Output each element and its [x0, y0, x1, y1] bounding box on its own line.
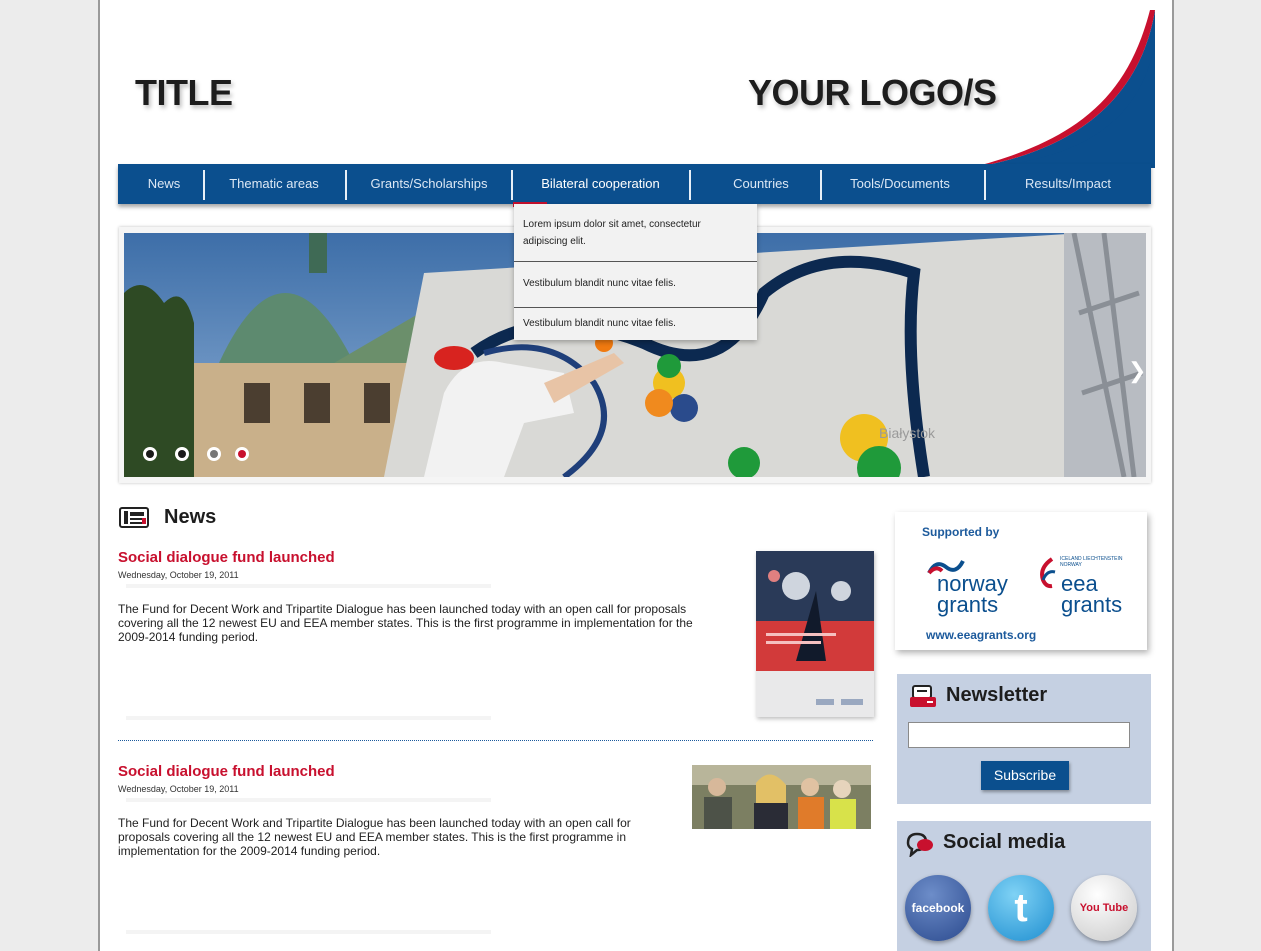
nav-item-countries[interactable]: Countries [703, 164, 819, 204]
news-item-1-title[interactable]: Social dialogue fund launched [118, 549, 335, 566]
newspaper-icon [119, 507, 149, 528]
decorative-line [126, 798, 491, 802]
nav-item-news[interactable]: News [134, 164, 194, 204]
decorative-line [126, 930, 491, 934]
facebook-icon[interactable]: facebook [905, 875, 971, 941]
dropdown-item-3[interactable]: Vestibulum blandit nunc vitae felis. [523, 315, 676, 332]
norway-grants-line1: norway [937, 571, 1008, 596]
newsletter-icon [910, 685, 936, 707]
news-item-1-image[interactable] [756, 551, 874, 717]
eea-grants-logo[interactable]: eea grants [1061, 571, 1123, 617]
nav-item-grants-scholarships[interactable]: Grants/Scholarships [358, 164, 500, 204]
nav-divider [203, 170, 205, 200]
slider-dot-4-active[interactable] [235, 447, 249, 461]
eea-grants-countries: ICELAND LIECHTENSTEIN NORWAY [1060, 556, 1123, 568]
youtube-icon[interactable]: You Tube [1071, 875, 1137, 941]
news-item-1-date: Wednesday, October 19, 2011 [118, 570, 239, 580]
eea-grants-line2: grants [1061, 592, 1123, 617]
site-title: TITLE [135, 72, 233, 113]
nav-item-thematic-areas[interactable]: Thematic areas [213, 164, 335, 204]
news-item-2-date: Wednesday, October 19, 2011 [118, 784, 239, 794]
nav-divider [984, 170, 986, 200]
photo-map-label: Białystok [879, 425, 936, 441]
eea-grants-line1: eea [1061, 571, 1098, 596]
header-swoosh [970, 10, 1155, 168]
nav-divider [511, 170, 513, 200]
workers-photo [692, 765, 871, 829]
bilateral-dropdown-menu: Lorem ipsum dolor sit amet, consectetur … [514, 204, 757, 340]
news-item-1-body: The Fund for Decent Work and Tripartite … [118, 602, 693, 644]
nav-item-bilateral-cooperation[interactable]: Bilateral cooperation [523, 164, 678, 204]
dropdown-divider [514, 261, 757, 262]
main-nav: News Thematic areas Grants/Scholarships … [118, 164, 1151, 207]
norway-grants-line2: grants [937, 592, 999, 617]
twitter-icon[interactable]: t [988, 875, 1054, 941]
news-separator [118, 740, 873, 741]
slider-dot-3[interactable] [207, 447, 221, 461]
news-heading: News [164, 506, 217, 528]
nav-divider [820, 170, 822, 200]
twitter-label: t [1014, 885, 1028, 930]
supported-by-heading: Supported by [922, 525, 1000, 539]
youtube-label: You Tube [1079, 902, 1129, 914]
social-media-heading: Social media [943, 831, 1066, 853]
facebook-label: facebook [911, 901, 965, 915]
speech-bubble-icon [906, 832, 933, 857]
eea-grants-logo-mark [1040, 557, 1056, 589]
chevron-right-icon[interactable]: ❯ [1128, 358, 1146, 384]
news-item-2-image[interactable] [692, 765, 871, 829]
brochure-image [756, 551, 874, 717]
nav-item-tools-documents[interactable]: Tools/Documents [832, 164, 968, 204]
newsletter-email-input[interactable] [908, 722, 1130, 748]
news-item-2-title[interactable]: Social dialogue fund launched [118, 763, 335, 780]
slider-dot-1[interactable] [143, 447, 157, 461]
nav-item-results-impact[interactable]: Results/Impact [998, 164, 1138, 204]
newsletter-heading: Newsletter [946, 684, 1048, 706]
decorative-line [126, 716, 491, 720]
nav-divider [689, 170, 691, 200]
decorative-line [126, 584, 491, 588]
dropdown-divider [514, 307, 757, 308]
slider-dot-2[interactable] [175, 447, 189, 461]
dropdown-item-2[interactable]: Vestibulum blandit nunc vitae felis. [523, 275, 676, 292]
dropdown-item-1[interactable]: Lorem ipsum dolor sit amet, consectetur … [523, 216, 743, 250]
news-item-2-body: The Fund for Decent Work and Tripartite … [118, 816, 631, 858]
norway-grants-logo[interactable]: norway grants [937, 571, 1008, 617]
subscribe-button[interactable]: Subscribe [981, 761, 1069, 790]
nav-divider [345, 170, 347, 200]
eeagrants-link[interactable]: www.eeagrants.org [926, 628, 1036, 642]
